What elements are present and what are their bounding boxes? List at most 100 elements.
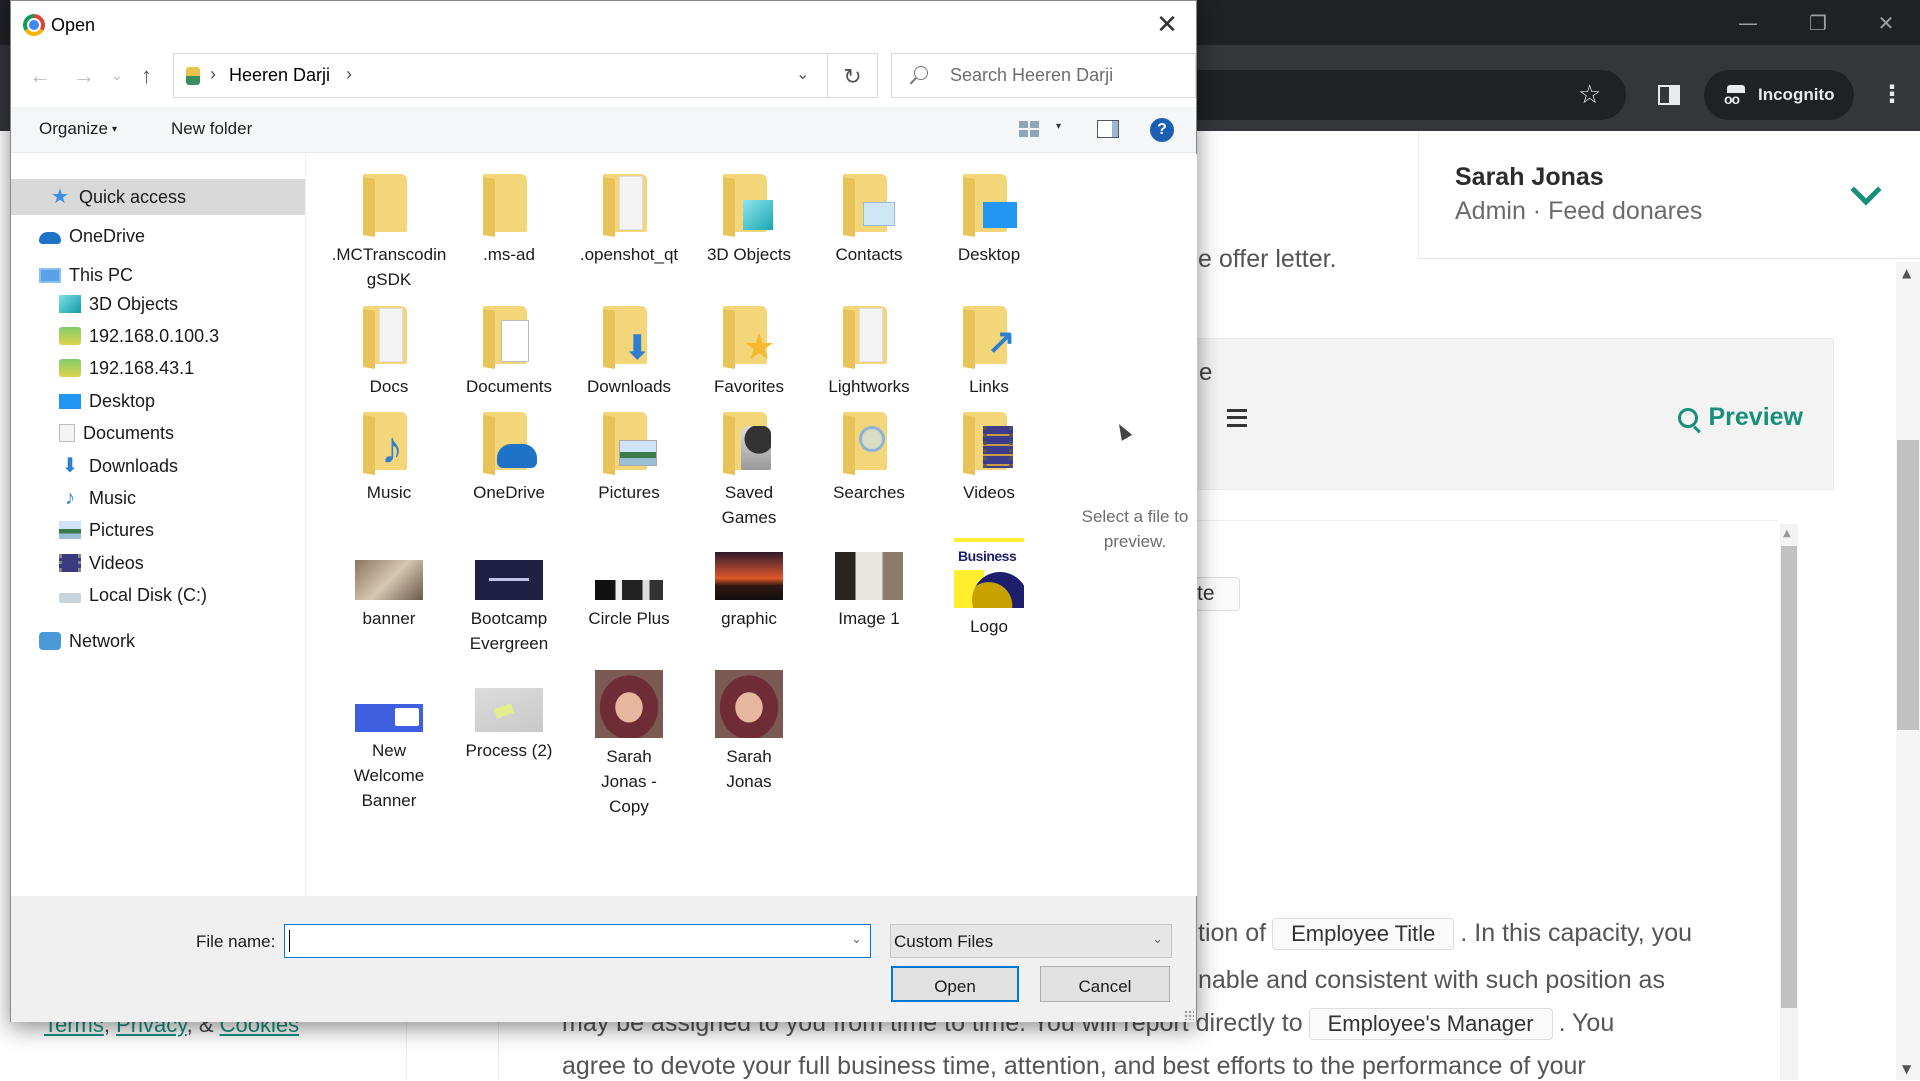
search-input[interactable] <box>950 65 1180 86</box>
scroll-up-icon[interactable]: ▲ <box>1902 266 1911 280</box>
folder-item[interactable]: ⬇ Downloads <box>569 306 689 399</box>
close-icon[interactable]: ✕ <box>1152 9 1182 39</box>
recent-locations-button[interactable]: ⌄ <box>111 67 123 84</box>
view-options-icon[interactable] <box>1019 121 1039 137</box>
nav-item-3d-objects[interactable]: 3D Objects <box>11 286 306 322</box>
scrollbar-thumb[interactable] <box>1897 440 1919 730</box>
file-type-select[interactable]: Custom Files ⌄ <box>890 924 1172 958</box>
breadcrumb-item[interactable]: Heeren Darji <box>229 65 330 86</box>
nav-item-local-disk[interactable]: Local Disk (C:) <box>11 577 306 613</box>
address-bar[interactable] <box>1196 70 1626 120</box>
folder-item[interactable]: ♪ Music <box>329 412 449 505</box>
nav-item-onedrive[interactable]: OneDrive <box>11 218 306 254</box>
profile-card[interactable]: Sarah Jonas Admin · Feed donares <box>1418 131 1920 259</box>
chevron-down-icon[interactable]: ⌄ <box>796 64 809 84</box>
nav-item-desktop[interactable]: Desktop <box>11 383 306 419</box>
folder-item[interactable]: .openshot_qt <box>569 174 689 267</box>
nav-item-downloads[interactable]: ⬇ Downloads <box>11 448 306 484</box>
image-file-item[interactable]: New Welcome Banner <box>329 670 449 813</box>
image-file-item[interactable]: Image 1 <box>809 538 929 631</box>
breadcrumb-separator[interactable]: › <box>346 64 352 85</box>
caret-down-icon[interactable]: ▾ <box>1056 121 1061 132</box>
chevron-down-icon[interactable] <box>1850 174 1882 206</box>
nav-item-music[interactable]: ♪ Music <box>11 480 306 516</box>
editor-heading: e <box>1199 359 1213 386</box>
back-button[interactable]: ← <box>29 63 51 89</box>
caret-down-icon: ▾ <box>111 124 118 136</box>
folder-icon <box>353 306 425 368</box>
nav-item-videos[interactable]: Videos <box>11 545 306 581</box>
employee-manager-chip[interactable]: Employee's Manager <box>1308 1008 1553 1040</box>
image-file-item[interactable]: graphic <box>689 538 809 631</box>
file-list[interactable]: .MCTranscodingSDK .ms-ad .openshot_qt 3D… <box>307 154 1073 896</box>
window-close-button[interactable]: ✕ <box>1866 8 1906 38</box>
item-label: Circle Plus <box>588 609 670 628</box>
resize-grip[interactable] <box>1184 1010 1194 1020</box>
search-box[interactable] <box>891 53 1196 98</box>
folder-item[interactable]: Searches <box>809 412 929 505</box>
folder-item[interactable]: Documents <box>449 306 569 399</box>
help-icon[interactable]: ? <box>1150 118 1174 142</box>
image-file-item[interactable]: Sarah Jonas - Copy <box>569 670 689 819</box>
page-scrollbar[interactable]: ▲ ▼ <box>1896 262 1920 1080</box>
folder-item[interactable]: 3D Objects <box>689 174 809 267</box>
nav-item-network-drive[interactable]: 192.168.0.100.3 <box>11 318 306 354</box>
folder-item[interactable]: Contacts <box>809 174 929 267</box>
forward-button[interactable]: → <box>73 63 95 89</box>
align-justify-icon[interactable] <box>1227 409 1247 427</box>
image-file-item[interactable]: Sarah Jonas <box>689 670 809 794</box>
item-label: Searches <box>833 483 905 502</box>
editor-scrollbar[interactable]: ▲ <box>1780 524 1798 1080</box>
folder-item[interactable]: ★ Favorites <box>689 306 809 399</box>
image-thumbnail <box>475 560 543 600</box>
side-panel-icon[interactable] <box>1658 85 1680 105</box>
folder-item[interactable]: Desktop <box>929 174 1049 267</box>
nav-item-quick-access[interactable]: ★ Quick access <box>11 179 305 215</box>
scrollbar-thumb[interactable] <box>1781 546 1797 1008</box>
cancel-button[interactable]: Cancel <box>1040 966 1170 1002</box>
browser-menu-icon[interactable]: ⋮ <box>1880 80 1904 108</box>
scroll-down-icon[interactable]: ▼ <box>1902 1062 1911 1076</box>
folder-item[interactable]: OneDrive <box>449 412 569 505</box>
up-folder-button[interactable]: ↑ <box>141 63 152 89</box>
chevron-down-icon[interactable]: ⌄ <box>851 931 862 947</box>
employee-title-chip[interactable]: Employee Title <box>1272 918 1455 950</box>
folder-item[interactable]: Videos <box>929 412 1049 505</box>
organize-button[interactable]: Organize ▾ <box>39 119 117 139</box>
restore-button[interactable]: ❐ <box>1798 8 1838 38</box>
folder-item[interactable]: ↗ Links <box>929 306 1049 399</box>
preview-button[interactable]: Preview <box>1678 403 1803 432</box>
folder-item[interactable]: Lightworks <box>809 306 929 399</box>
folder-item[interactable]: .MCTranscodingSDK <box>329 174 449 292</box>
refresh-button[interactable]: ↻ <box>828 53 878 98</box>
image-file-item[interactable]: Circle Plus <box>569 538 689 631</box>
incognito-badge[interactable]: Incognito <box>1704 70 1854 120</box>
file-name-input[interactable] <box>289 930 829 952</box>
contacts-folder-icon <box>833 174 905 236</box>
dialog-title-bar[interactable]: Open ✕ <box>11 1 1196 49</box>
folder-item[interactable]: .ms-ad <box>449 174 569 267</box>
folder-item[interactable]: Docs <box>329 306 449 399</box>
nav-item-network-drive[interactable]: 192.168.43.1 <box>11 350 306 386</box>
new-folder-button[interactable]: New folder <box>171 119 252 139</box>
file-name-combobox[interactable]: ⌄ <box>284 924 871 958</box>
scroll-up-icon[interactable]: ▲ <box>1783 528 1791 539</box>
open-button[interactable]: Open <box>891 966 1019 1002</box>
image-file-item[interactable]: Business Logo <box>929 538 1049 639</box>
document-editor[interactable] <box>1198 520 1778 1080</box>
nav-item-pictures[interactable]: Pictures <box>11 512 306 548</box>
breadcrumb-separator[interactable]: › <box>210 64 216 85</box>
breadcrumb-bar[interactable]: › Heeren Darji › ⌄ <box>173 53 828 98</box>
nav-item-network[interactable]: Network <box>11 623 306 659</box>
preview-pane-icon[interactable] <box>1097 120 1119 138</box>
image-file-item[interactable]: Bootcamp Evergreen <box>449 538 569 656</box>
bookmark-star-icon[interactable]: ☆ <box>1578 80 1601 110</box>
image-file-item[interactable]: Process (2) <box>449 670 569 763</box>
image-file-item[interactable]: banner <box>329 538 449 631</box>
minimize-button[interactable]: — <box>1728 8 1768 38</box>
nav-item-documents[interactable]: Documents <box>11 415 306 451</box>
folder-item[interactable]: Pictures <box>569 412 689 505</box>
folder-icon <box>833 306 905 368</box>
folder-item[interactable]: Saved Games <box>689 412 809 530</box>
open-file-dialog: Open ✕ ← → ⌄ ↑ › Heeren Darji › ⌄ ↻ Orga… <box>10 0 1197 1022</box>
